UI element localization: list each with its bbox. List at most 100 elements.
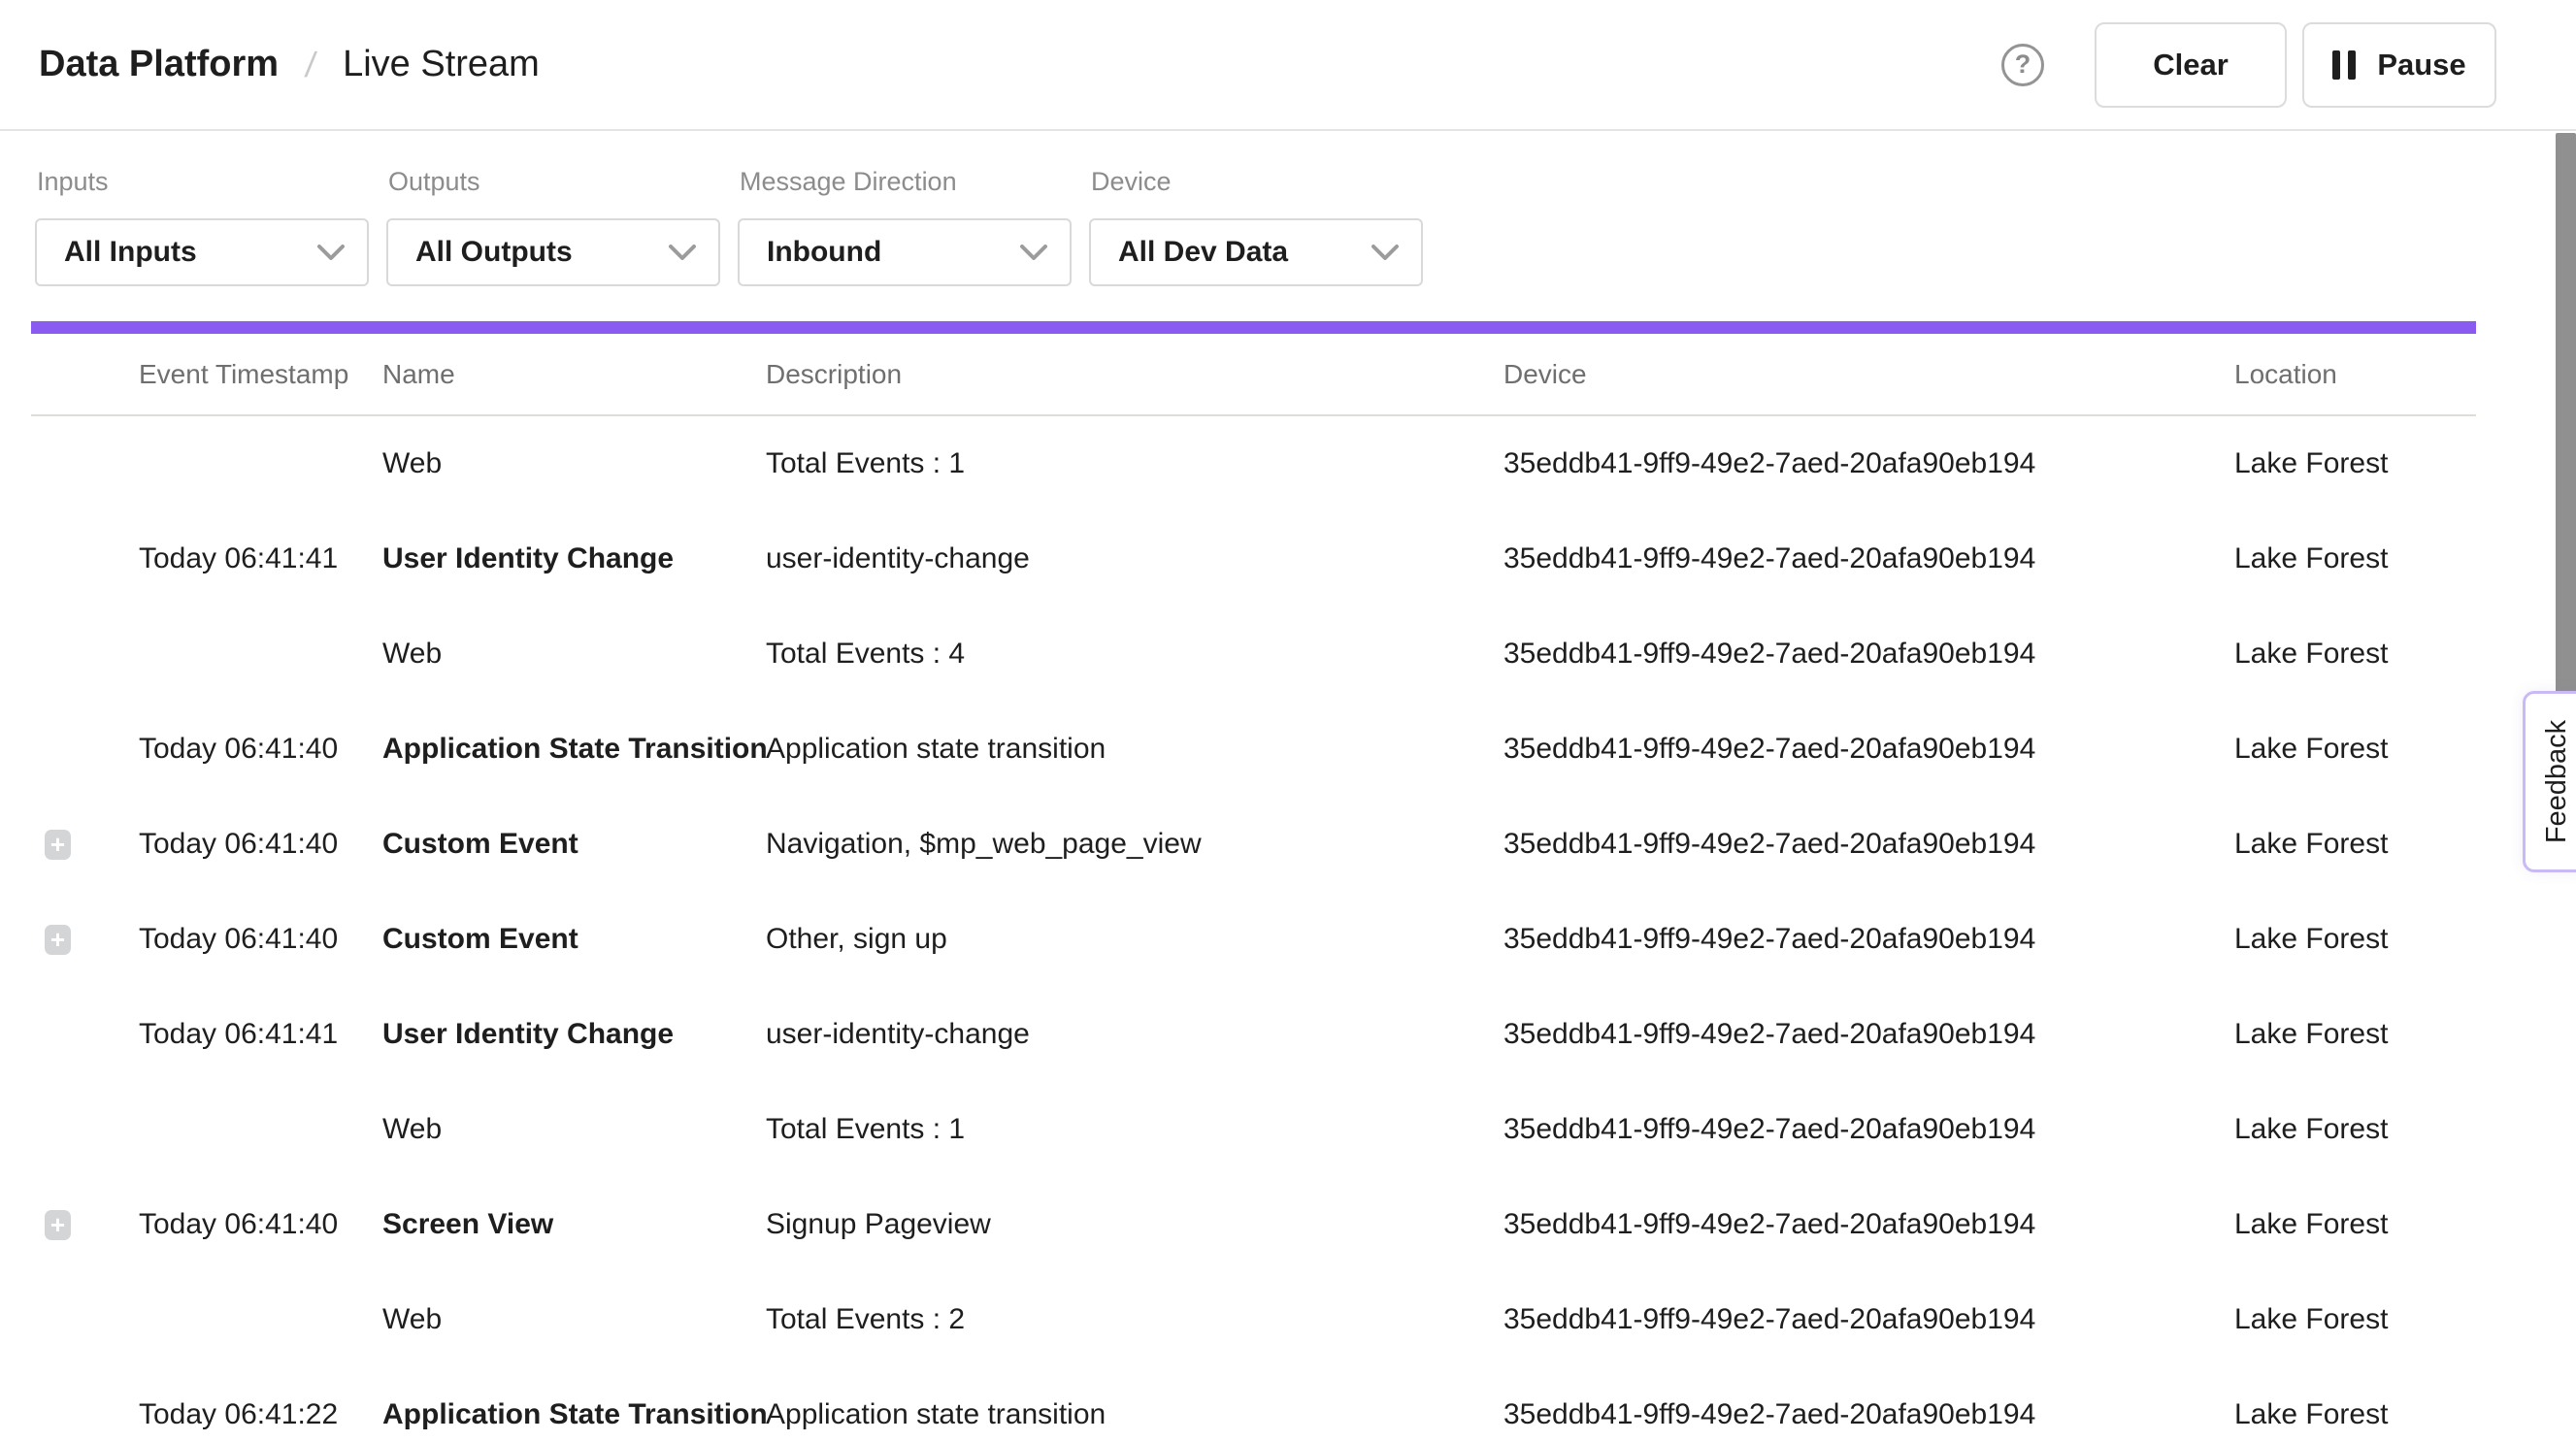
message-direction-select-value: Inbound xyxy=(767,236,881,269)
help-icon[interactable]: ? xyxy=(2001,44,2044,86)
event-description-cell: Signup Pageview xyxy=(766,1208,1503,1241)
event-device-cell: 35eddb41-9ff9-49e2-7aed-20afa90eb194 xyxy=(1503,447,2234,480)
device-filter-label: Device xyxy=(1091,167,1423,197)
pause-label: Pause xyxy=(2377,48,2465,82)
column-header-event-timestamp: Event Timestamp xyxy=(139,359,382,390)
event-location-cell: Lake Forest xyxy=(2234,1208,2476,1241)
table-row[interactable]: + Today 06:41:22 Application State Trans… xyxy=(31,1367,2476,1442)
inputs-select[interactable]: All Inputs xyxy=(35,218,369,286)
event-name-cell: User Identity Change xyxy=(382,542,766,575)
event-location-cell: Lake Forest xyxy=(2234,542,2476,575)
event-description-cell: Application state transition xyxy=(766,733,1503,766)
table-row[interactable]: + Today 06:41:40 Application State Trans… xyxy=(31,702,2476,797)
inputs-filter-label: Inputs xyxy=(37,167,369,197)
table-row[interactable]: + Web Total Events : 2 35eddb41-9ff9-49e… xyxy=(31,1272,2476,1367)
event-device-cell: 35eddb41-9ff9-49e2-7aed-20afa90eb194 xyxy=(1503,1208,2234,1241)
expand-cell: + xyxy=(31,1113,139,1146)
event-device-cell: 35eddb41-9ff9-49e2-7aed-20afa90eb194 xyxy=(1503,638,2234,671)
expand-cell: + xyxy=(31,447,139,480)
expand-cell: + xyxy=(31,542,139,575)
expand-plus-icon[interactable]: + xyxy=(45,1210,71,1240)
event-name-cell: Web xyxy=(382,638,766,671)
event-description-cell: user-identity-change xyxy=(766,1018,1503,1051)
table-row[interactable]: + Today 06:41:41 User Identity Change us… xyxy=(31,987,2476,1082)
pause-button[interactable]: Pause xyxy=(2302,22,2496,108)
table-row[interactable]: + Web Total Events : 1 35eddb41-9ff9-49e… xyxy=(31,1082,2476,1177)
event-timestamp-cell: Today 06:41:22 xyxy=(139,1398,382,1431)
event-device-cell: 35eddb41-9ff9-49e2-7aed-20afa90eb194 xyxy=(1503,1018,2234,1051)
chevron-down-icon xyxy=(1371,244,1400,261)
expand-cell: + xyxy=(31,1303,139,1336)
event-timestamp-cell: Today 06:41:41 xyxy=(139,542,382,575)
accent-divider xyxy=(31,321,2476,334)
top-bar-actions: ? Clear Pause xyxy=(2001,22,2496,108)
pause-icon xyxy=(2332,50,2356,80)
device-select-value: All Dev Data xyxy=(1118,236,1288,269)
event-timestamp-cell: Today 06:41:40 xyxy=(139,828,382,861)
event-location-cell: Lake Forest xyxy=(2234,733,2476,766)
event-description-cell: Application state transition xyxy=(766,1398,1503,1431)
table-row[interactable]: + Web Total Events : 4 35eddb41-9ff9-49e… xyxy=(31,606,2476,702)
expand-cell: + xyxy=(31,1208,139,1241)
event-location-cell: Lake Forest xyxy=(2234,1398,2476,1431)
event-description-cell: user-identity-change xyxy=(766,542,1503,575)
feedback-tab[interactable]: Feedback xyxy=(2523,691,2576,872)
table-row[interactable]: + Today 06:41:40 Custom Event Navigation… xyxy=(31,797,2476,892)
column-header-description: Description xyxy=(766,359,1503,390)
events-table: Event Timestamp Name Description Device … xyxy=(31,334,2476,1442)
breadcrumb-data-platform[interactable]: Data Platform xyxy=(39,44,279,85)
event-device-cell: 35eddb41-9ff9-49e2-7aed-20afa90eb194 xyxy=(1503,828,2234,861)
filter-message-direction: Message Direction Inbound xyxy=(738,167,1072,286)
event-device-cell: 35eddb41-9ff9-49e2-7aed-20afa90eb194 xyxy=(1503,1113,2234,1146)
expand-cell: + xyxy=(31,733,139,766)
vertical-scrollbar-thumb[interactable] xyxy=(2556,133,2576,735)
table-row[interactable]: + Web Total Events : 1 35eddb41-9ff9-49e… xyxy=(31,416,2476,511)
expand-cell: + xyxy=(31,1018,139,1051)
column-header-location: Location xyxy=(2234,359,2476,390)
event-device-cell: 35eddb41-9ff9-49e2-7aed-20afa90eb194 xyxy=(1503,1398,2234,1431)
table-row[interactable]: + Today 06:41:40 Screen View Signup Page… xyxy=(31,1177,2476,1272)
event-location-cell: Lake Forest xyxy=(2234,923,2476,956)
outputs-select-value: All Outputs xyxy=(415,236,573,269)
event-description-cell: Total Events : 1 xyxy=(766,447,1503,480)
event-name-cell: Custom Event xyxy=(382,923,766,956)
breadcrumb-live-stream: Live Stream xyxy=(343,44,540,85)
event-description-cell: Other, sign up xyxy=(766,923,1503,956)
breadcrumb-separator: / xyxy=(303,45,318,85)
help-glyph: ? xyxy=(2015,49,2031,80)
event-device-cell: 35eddb41-9ff9-49e2-7aed-20afa90eb194 xyxy=(1503,733,2234,766)
chevron-down-icon xyxy=(1019,244,1048,261)
event-name-cell: Web xyxy=(382,447,766,480)
clear-button[interactable]: Clear xyxy=(2095,22,2287,108)
outputs-select[interactable]: All Outputs xyxy=(386,218,720,286)
filter-inputs: Inputs All Inputs xyxy=(35,167,369,286)
column-header-device: Device xyxy=(1503,359,2234,390)
event-device-cell: 35eddb41-9ff9-49e2-7aed-20afa90eb194 xyxy=(1503,923,2234,956)
outputs-filter-label: Outputs xyxy=(388,167,720,197)
table-row[interactable]: + Today 06:41:40 Custom Event Other, sig… xyxy=(31,892,2476,987)
table-header-row: Event Timestamp Name Description Device … xyxy=(31,334,2476,416)
table-body: + Web Total Events : 1 35eddb41-9ff9-49e… xyxy=(31,416,2476,1442)
event-name-cell: Screen View xyxy=(382,1208,766,1241)
event-timestamp-cell: Today 06:41:41 xyxy=(139,1018,382,1051)
event-timestamp-cell: Today 06:41:40 xyxy=(139,923,382,956)
event-description-cell: Navigation, $mp_web_page_view xyxy=(766,828,1503,861)
expand-cell: + xyxy=(31,638,139,671)
event-name-cell: Custom Event xyxy=(382,828,766,861)
table-row[interactable]: + Today 06:41:41 User Identity Change us… xyxy=(31,511,2476,606)
breadcrumb: Data Platform / Live Stream xyxy=(39,44,540,85)
device-select[interactable]: All Dev Data xyxy=(1089,218,1423,286)
live-stream-page: Data Platform / Live Stream ? Clear Paus… xyxy=(0,0,2576,1442)
event-location-cell: Lake Forest xyxy=(2234,447,2476,480)
event-description-cell: Total Events : 2 xyxy=(766,1303,1503,1336)
event-device-cell: 35eddb41-9ff9-49e2-7aed-20afa90eb194 xyxy=(1503,542,2234,575)
message-direction-select[interactable]: Inbound xyxy=(738,218,1072,286)
feedback-label: Feedback xyxy=(2542,720,2574,843)
expand-plus-icon[interactable]: + xyxy=(45,830,71,860)
event-location-cell: Lake Forest xyxy=(2234,1303,2476,1336)
filter-outputs: Outputs All Outputs xyxy=(386,167,720,286)
expand-plus-icon[interactable]: + xyxy=(45,925,71,955)
event-name-cell: User Identity Change xyxy=(382,1018,766,1051)
event-location-cell: Lake Forest xyxy=(2234,1113,2476,1146)
top-bar: Data Platform / Live Stream ? Clear Paus… xyxy=(0,0,2576,131)
